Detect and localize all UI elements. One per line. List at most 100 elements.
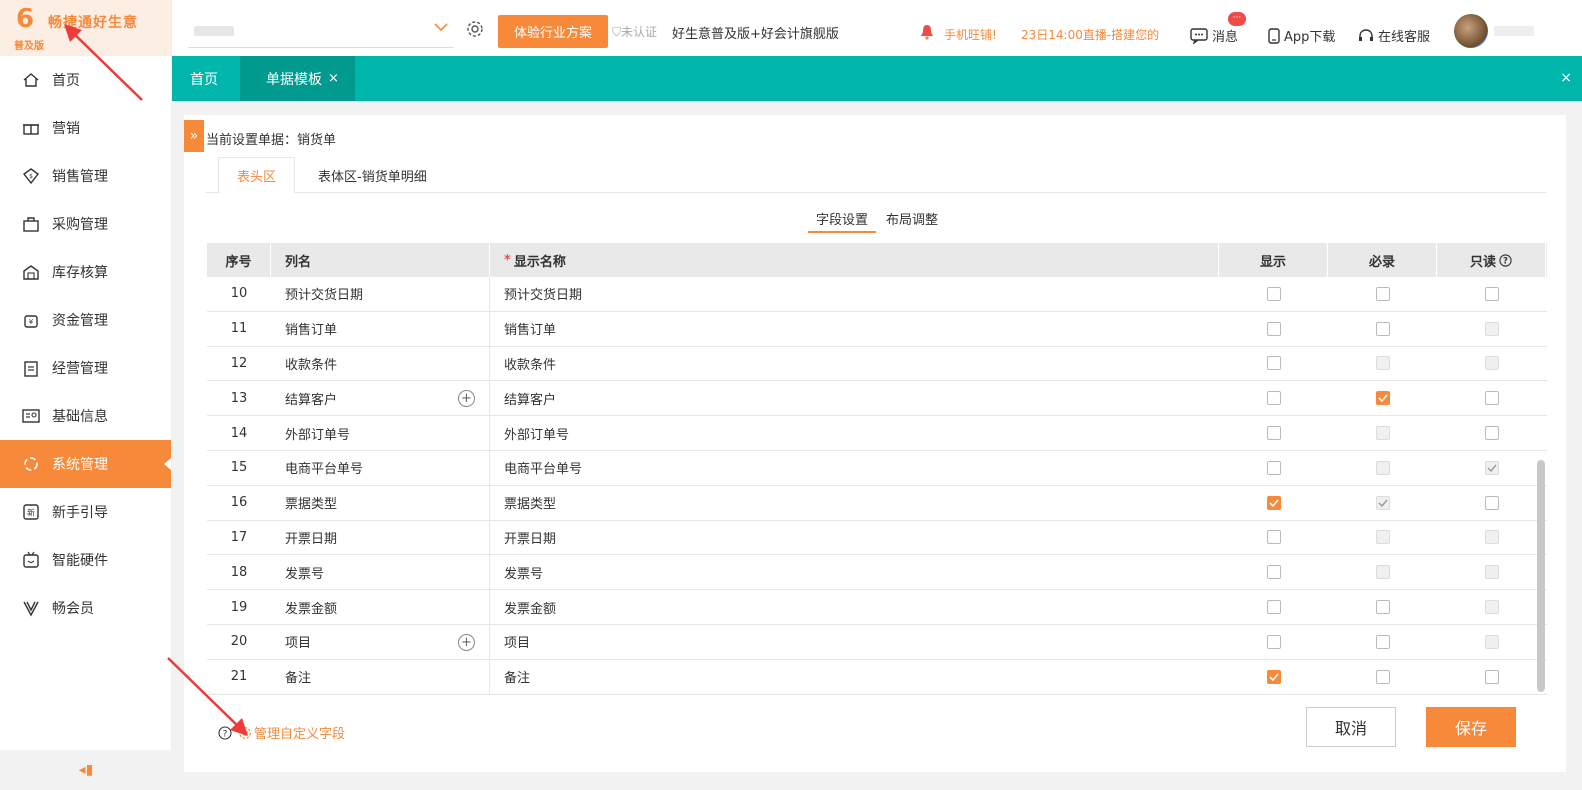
row-display-name[interactable]: 发票号 xyxy=(490,555,1219,589)
show-checkbox[interactable] xyxy=(1266,286,1281,301)
double-chevron-right-icon: » xyxy=(189,128,199,144)
show-checkbox[interactable] xyxy=(1266,565,1281,580)
readonly-checkbox[interactable] xyxy=(1484,669,1499,684)
save-button[interactable]: 保存 xyxy=(1426,707,1516,747)
table-row: 18 发票号 发票号 xyxy=(207,555,1547,591)
phone-icon xyxy=(1268,27,1280,44)
online-service-link[interactable]: 在线客服 xyxy=(1358,26,1430,45)
sidebar-item[interactable]: 系统管理 xyxy=(0,440,171,488)
readonly-checkbox[interactable] xyxy=(1484,495,1499,510)
add-icon[interactable]: + xyxy=(458,633,475,651)
row-no: 11 xyxy=(230,321,248,337)
show-checkbox[interactable] xyxy=(1266,356,1281,371)
required-checkbox[interactable] xyxy=(1375,321,1390,336)
readonly-checkbox[interactable] xyxy=(1484,286,1499,301)
row-no: 10 xyxy=(230,286,248,302)
sidebar-collapse-button[interactable]: ◂▮ xyxy=(0,750,172,790)
row-display-name[interactable]: 外部订单号 xyxy=(490,416,1219,450)
content-area: » 当前设置单据：销货单 表头区 表体区-销货单明细 字段设置 布局调整 序号 … xyxy=(172,101,1582,790)
promo-live-link[interactable]: 23日14:00直播-搭建您的 xyxy=(1021,26,1159,43)
sidebar-item[interactable]: 营销 xyxy=(0,104,171,152)
row-display-name[interactable]: 电商平台单号 xyxy=(490,451,1219,485)
sidebar-item[interactable]: 库存核算 xyxy=(0,248,171,296)
row-display-name[interactable]: 销售订单 xyxy=(490,312,1219,346)
tab-document-template[interactable]: 单据模板 × xyxy=(240,56,355,101)
table-row: 11 销售订单 销售订单 xyxy=(207,311,1547,347)
col-header-no: 序号 xyxy=(207,243,271,277)
row-display-name[interactable]: 备注 xyxy=(490,660,1219,694)
row-column-name: 收款条件 xyxy=(271,346,490,381)
table-scrollbar[interactable] xyxy=(1537,460,1545,692)
row-column-name: 结算客户 + xyxy=(271,381,490,416)
sidebar-item[interactable]: 畅会员 xyxy=(0,584,171,632)
row-display-name[interactable]: 开票日期 xyxy=(490,521,1219,555)
row-column-name: 项目 + xyxy=(271,624,490,659)
row-display-name[interactable]: 预计交货日期 xyxy=(490,277,1219,311)
svg-text:$: $ xyxy=(29,173,33,180)
show-checkbox[interactable] xyxy=(1266,669,1281,684)
row-display-name[interactable]: 结算客户 xyxy=(490,381,1219,415)
row-display-name[interactable]: 项目 xyxy=(490,625,1219,659)
required-checkbox[interactable] xyxy=(1375,634,1390,649)
user-name-blurred[interactable] xyxy=(1494,26,1534,36)
sidebar-item[interactable]: 经营管理 xyxy=(0,344,171,392)
show-checkbox[interactable] xyxy=(1266,495,1281,510)
cancel-button[interactable]: 取消 xyxy=(1306,707,1396,747)
cell-readonly xyxy=(1437,312,1546,346)
show-checkbox[interactable] xyxy=(1266,426,1281,441)
svg-text:新: 新 xyxy=(27,508,35,518)
required-checkbox[interactable] xyxy=(1375,391,1390,406)
add-icon[interactable]: + xyxy=(458,390,475,408)
row-display-name[interactable]: 发票金额 xyxy=(490,590,1219,624)
tab-field-settings[interactable]: 字段设置 xyxy=(808,209,877,233)
sidebar-item[interactable]: 智能硬件 xyxy=(0,536,171,584)
show-checkbox[interactable] xyxy=(1266,634,1281,649)
setting-tabs: 字段设置 布局调整 xyxy=(184,209,1566,235)
section-tabs: 表头区 表体区-销货单明细 xyxy=(206,157,1546,194)
tab-layout-adjust[interactable]: 布局调整 xyxy=(878,209,946,233)
sidebar-item[interactable]: 新 新手引导 xyxy=(0,488,171,536)
cell-show xyxy=(1219,590,1328,624)
promo-shop-link[interactable]: 手机旺铺! xyxy=(944,26,997,43)
tab-body-area[interactable]: 表体区-销货单明细 xyxy=(300,157,445,194)
required-checkbox[interactable] xyxy=(1375,669,1390,684)
show-checkbox[interactable] xyxy=(1266,530,1281,545)
row-no: 19 xyxy=(230,599,248,615)
row-display-name[interactable]: 票据类型 xyxy=(490,486,1219,520)
tab-header-area[interactable]: 表头区 xyxy=(218,157,296,194)
table-row: 12 收款条件 收款条件 xyxy=(207,346,1547,382)
sidebar-item[interactable]: ¥ 资金管理 xyxy=(0,296,171,344)
sidebar-item[interactable]: 采购管理 xyxy=(0,200,171,248)
required-checkbox[interactable] xyxy=(1375,600,1390,615)
bag-icon xyxy=(22,215,40,233)
cert-status[interactable]: ⛉未认证 xyxy=(612,23,657,40)
tab-home[interactable]: 首页 xyxy=(190,56,218,101)
system-icon xyxy=(22,455,40,473)
annotation-arrow-bottom xyxy=(167,657,248,736)
sidebar-item[interactable]: 基础信息 xyxy=(0,392,171,440)
close-all-tabs-icon[interactable]: × xyxy=(1560,70,1572,86)
headset-icon xyxy=(1358,28,1374,44)
table-row: 13 结算客户 + 结算客户 xyxy=(207,381,1547,417)
readonly-checkbox[interactable] xyxy=(1484,426,1499,441)
show-checkbox[interactable] xyxy=(1266,391,1281,406)
gear-icon[interactable] xyxy=(466,20,484,38)
show-checkbox[interactable] xyxy=(1266,600,1281,615)
messages-link[interactable]: 消息 xyxy=(1190,26,1238,45)
app-download-link[interactable]: App下载 xyxy=(1268,26,1335,45)
required-checkbox xyxy=(1375,426,1390,441)
expand-panel-button[interactable]: » xyxy=(184,120,204,152)
tab-close-icon[interactable]: × xyxy=(328,71,339,86)
readonly-checkbox xyxy=(1484,356,1499,371)
required-checkbox[interactable] xyxy=(1375,286,1390,301)
account-select[interactable] xyxy=(188,14,454,48)
industry-solution-button[interactable]: 体验行业方案 xyxy=(498,15,608,48)
avatar[interactable] xyxy=(1454,14,1488,48)
table-row: 14 外部订单号 外部订单号 xyxy=(207,416,1547,451)
readonly-checkbox[interactable] xyxy=(1484,391,1499,406)
show-checkbox[interactable] xyxy=(1266,321,1281,336)
help-icon[interactable]: ? xyxy=(1499,253,1512,267)
sidebar-item[interactable]: $ 销售管理 xyxy=(0,152,171,200)
row-display-name[interactable]: 收款条件 xyxy=(490,347,1219,381)
show-checkbox[interactable] xyxy=(1266,460,1281,475)
